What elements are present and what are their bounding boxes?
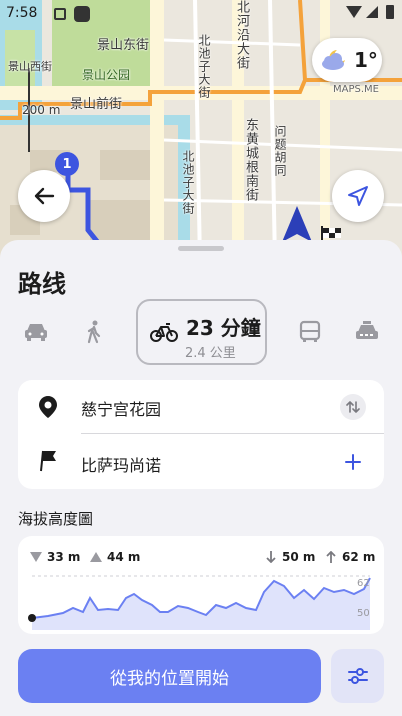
- map-label-yanyue: 问题胡同: [273, 125, 287, 177]
- map-view[interactable]: 7:58 景山公园 景山东街 景山西街 景山前街 200 m 北池子大街 北河沿…: [0, 0, 402, 262]
- elevation-chart: [28, 575, 371, 630]
- walk-icon: [87, 320, 101, 344]
- points-divider: [81, 433, 384, 434]
- map-label-park-east: 景山东街: [97, 38, 150, 53]
- arrow-up-icon: [326, 551, 336, 563]
- elevation-area: [32, 578, 370, 630]
- waypoint-number: 1: [62, 156, 72, 172]
- bicycle-icon: [150, 323, 178, 342]
- night-cloud-icon: [322, 50, 345, 70]
- elevation-ascent: 62 m: [326, 550, 375, 564]
- start-navigation-label: 從我的位置開始: [110, 668, 229, 689]
- swap-vertical-icon: [346, 401, 360, 413]
- status-bar: 7:58: [0, 0, 402, 28]
- map-label-park: 景山公园: [82, 68, 131, 82]
- triangle-down-icon: [30, 552, 42, 562]
- mode-car-button[interactable]: [18, 316, 54, 348]
- elevation-min: 33 m: [30, 550, 80, 564]
- map-label-beiheyan: 北河沿大街: [234, 0, 249, 70]
- map-label-donghuangcheng: 东黄城根南街: [243, 118, 258, 202]
- arrow-down-icon: [266, 551, 276, 563]
- maps-me-watermark: MAPS.ME: [333, 84, 379, 95]
- sliders-icon: [347, 668, 368, 684]
- elevation-descent: 50 m: [266, 550, 315, 564]
- elevation-start-dot: [28, 614, 36, 622]
- start-point-row[interactable]: 慈宁宫花园: [18, 380, 384, 434]
- mode-bicycle-button[interactable]: 23 分鐘 2.4 公里: [136, 299, 267, 365]
- position-arrow-icon: [282, 206, 312, 242]
- temperature: 1°: [354, 48, 378, 72]
- flag-icon: [40, 450, 56, 472]
- end-point-row[interactable]: 比萨玛尚诺: [18, 436, 384, 490]
- map-label-park-west: 景山西街: [8, 60, 52, 73]
- location-pin-icon: [39, 396, 57, 418]
- elevation-max-value: 44 m: [107, 550, 141, 564]
- elevation-descent-value: 50 m: [282, 550, 316, 564]
- weather-widget[interactable]: 1°: [312, 38, 382, 82]
- wifi-icon: [346, 6, 362, 18]
- waypoint-marker[interactable]: 1: [55, 152, 79, 176]
- back-button[interactable]: [18, 170, 70, 222]
- locate-me-button[interactable]: [332, 170, 384, 222]
- elevation-axis-low: 50: [357, 608, 370, 619]
- battery-icon: [386, 5, 394, 19]
- drag-handle[interactable]: [178, 246, 224, 251]
- taxi-icon: [356, 321, 378, 339]
- clock: 7:58: [6, 5, 38, 21]
- bus-icon: [299, 320, 321, 342]
- route-settings-button[interactable]: [331, 649, 384, 703]
- start-navigation-button[interactable]: 從我的位置開始: [18, 649, 321, 703]
- sheet-title: 路线: [18, 270, 66, 298]
- map-label-jingshan-front: 景山前街: [70, 97, 123, 112]
- end-point-name: 比萨玛尚诺: [81, 456, 162, 475]
- car-icon: [25, 324, 47, 341]
- navigation-arrow-icon: [348, 186, 368, 206]
- elevation-ascent-value: 62 m: [342, 550, 376, 564]
- mode-transit-button[interactable]: [292, 316, 328, 348]
- app-icon: [74, 6, 90, 22]
- signal-icon: [366, 6, 378, 18]
- start-point-name: 慈宁宫花园: [81, 400, 162, 419]
- route-distance: 2.4 公里: [185, 346, 236, 361]
- add-stop-icon[interactable]: [345, 454, 361, 470]
- route-sheet: 路线 23 分鐘 2.4 公里 慈宁宫花园 比萨玛尚诺 海拔高度圖 33 m 4…: [0, 240, 402, 716]
- elevation-title: 海拔高度圖: [18, 510, 94, 528]
- swap-points-button[interactable]: [340, 394, 366, 420]
- elevation-axis-high: 62: [357, 578, 370, 589]
- elevation-card[interactable]: 33 m 44 m 50 m 62 m 62 50: [18, 536, 384, 634]
- notification-icon: [54, 8, 66, 20]
- mode-walk-button[interactable]: [78, 316, 110, 348]
- arrow-left-icon: [34, 187, 55, 205]
- map-label-beichizi: 北池子大街: [181, 150, 195, 215]
- triangle-up-icon: [90, 552, 102, 562]
- route-points-card: 慈宁宫花园 比萨玛尚诺: [18, 380, 384, 489]
- elevation-min-value: 33 m: [47, 550, 81, 564]
- elevation-max: 44 m: [90, 550, 140, 564]
- mode-taxi-button[interactable]: [350, 316, 384, 348]
- route-duration: 23 分鐘: [186, 316, 261, 340]
- map-label-beichizi-top: 北池子大街: [197, 34, 211, 99]
- scale-label: 200 m: [22, 103, 61, 117]
